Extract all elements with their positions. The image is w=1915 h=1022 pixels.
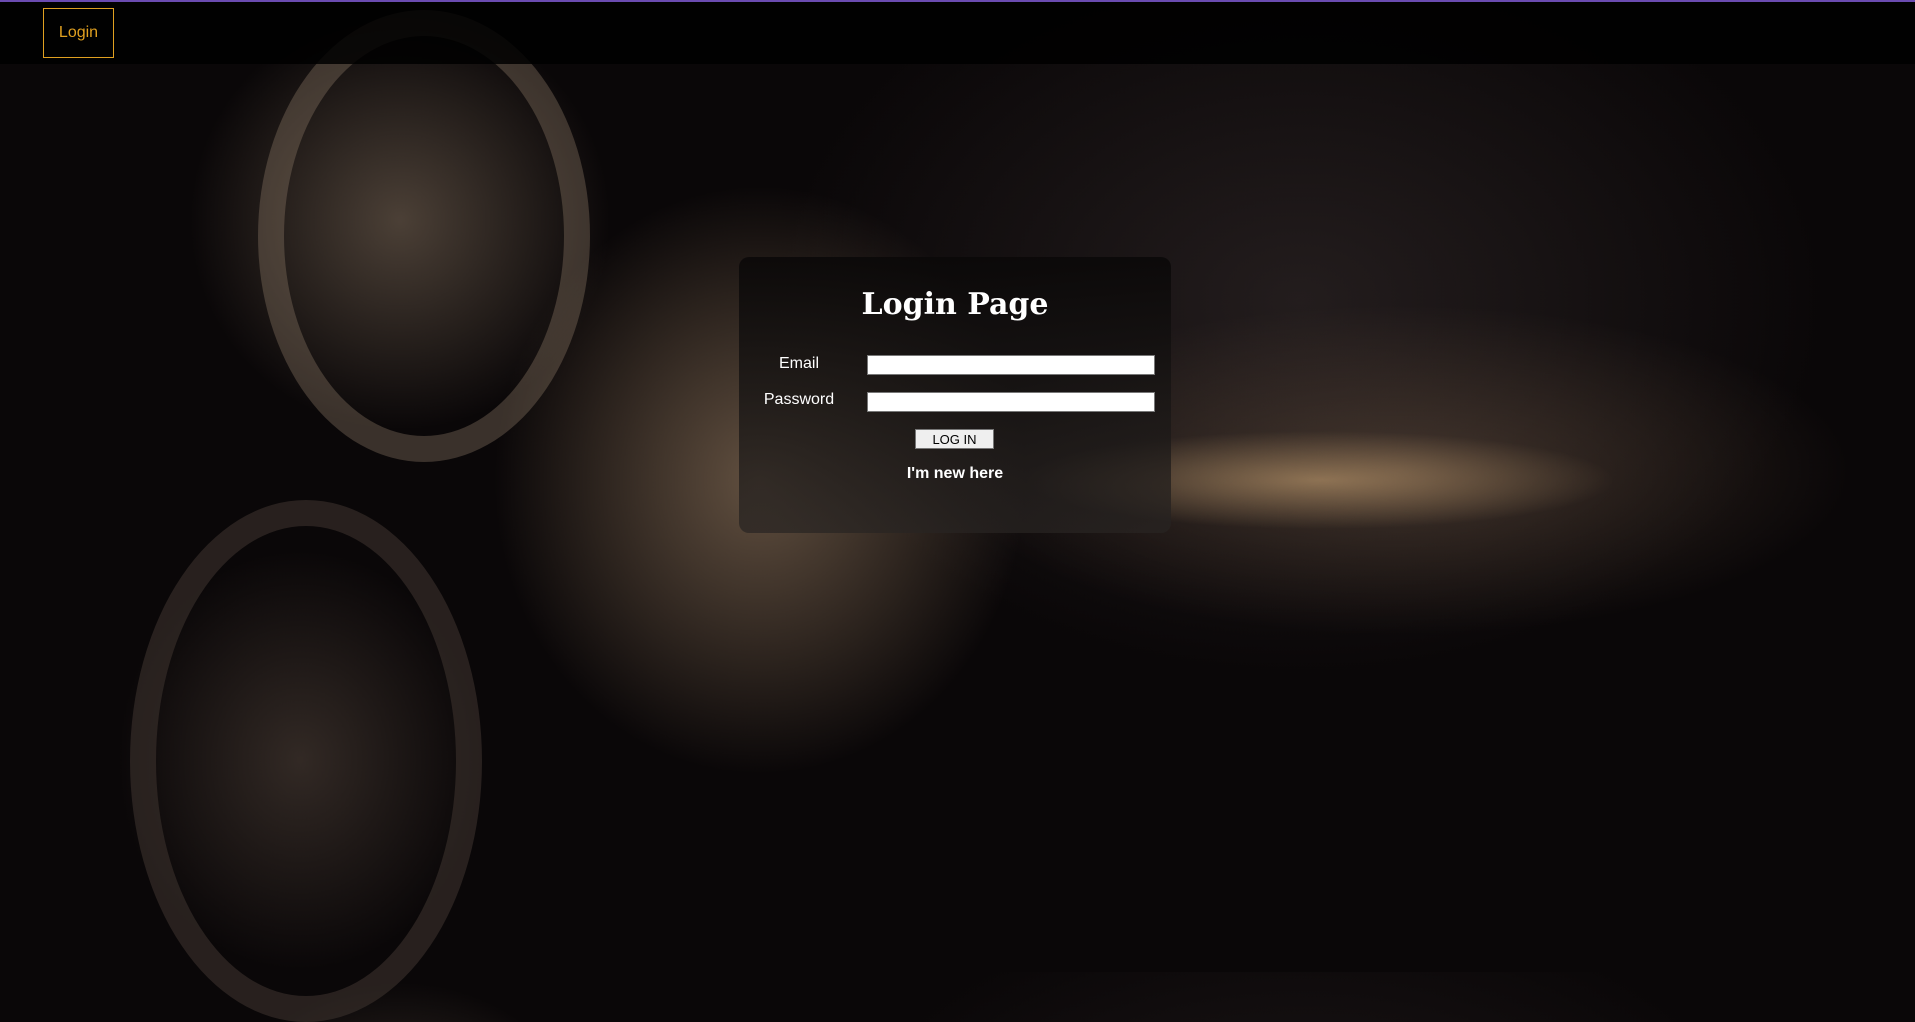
register-link[interactable]: I'm new here [739, 465, 1171, 483]
email-label: Email [778, 355, 819, 372]
password-field[interactable] [867, 392, 1155, 412]
navbar: Login [0, 2, 1915, 64]
login-submit-button[interactable]: LOG IN [915, 429, 994, 449]
page-title: Login Page [861, 287, 1049, 322]
password-label: Password [763, 391, 835, 408]
email-field[interactable] [867, 355, 1155, 375]
nav-login-button[interactable]: Login [43, 8, 114, 58]
background-film-reel-top [258, 10, 590, 462]
background-film-reel-bottom [130, 500, 482, 1022]
login-panel: Login Page Email Password LOG IN I'm new… [739, 257, 1171, 533]
